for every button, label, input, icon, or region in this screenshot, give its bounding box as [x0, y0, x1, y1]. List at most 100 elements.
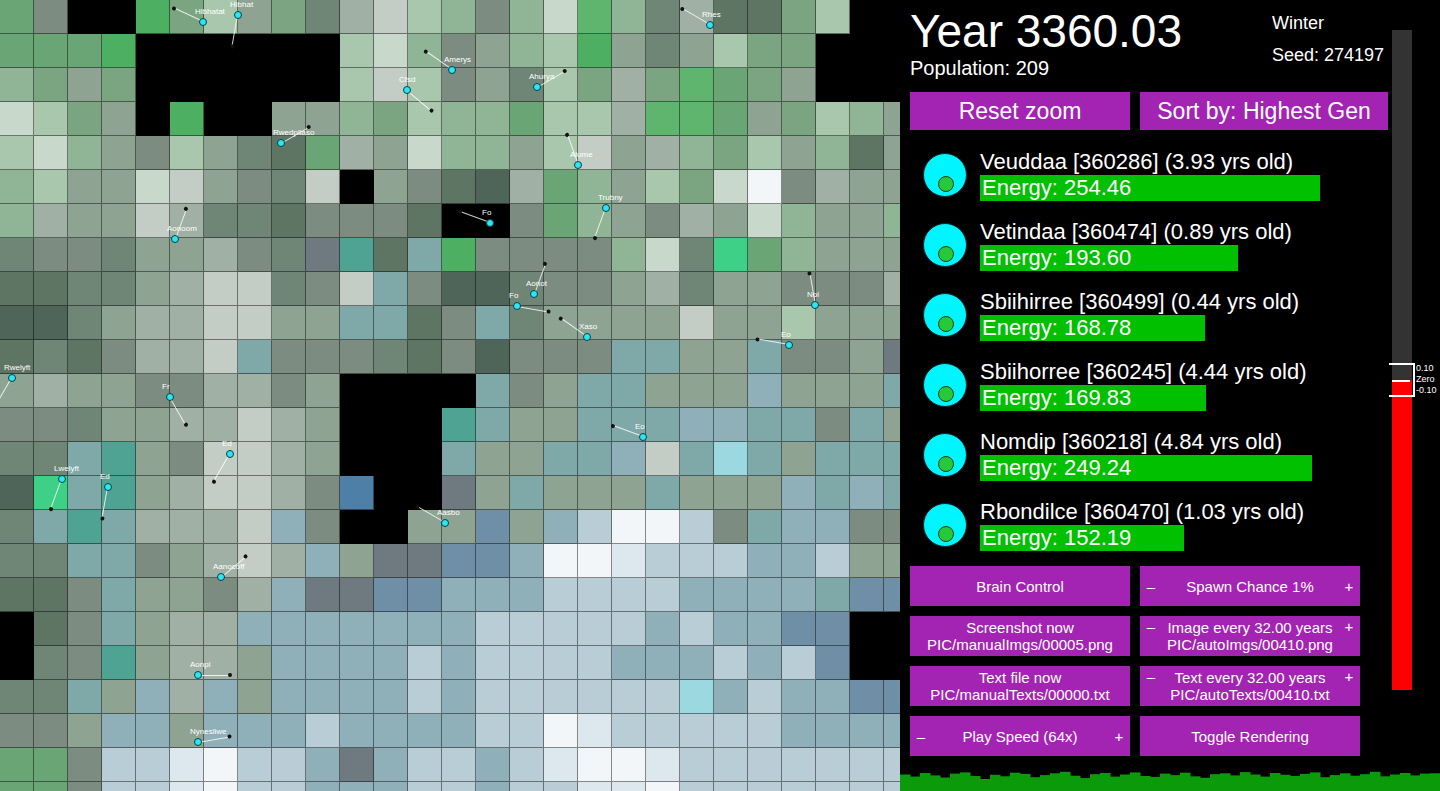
- tile: [0, 748, 34, 782]
- tile: [748, 102, 782, 136]
- chart-bar: [980, 779, 991, 791]
- tile: [374, 680, 408, 714]
- minus-button[interactable]: –: [1144, 578, 1158, 595]
- minus-button[interactable]: –: [1144, 618, 1158, 635]
- control-button[interactable]: Screenshot nowPIC/manualImgs/00005.png: [910, 616, 1130, 656]
- chart-bar: [1270, 773, 1281, 791]
- tile: [102, 714, 136, 748]
- chart-bar: [900, 775, 911, 791]
- top-button[interactable]: Reset zoom: [910, 92, 1130, 130]
- tile: [238, 510, 272, 544]
- tile: [884, 748, 900, 782]
- top-button[interactable]: Sort by: Highest Gen: [1140, 92, 1388, 130]
- tile: [34, 272, 68, 306]
- tile: [170, 136, 204, 170]
- creature-row[interactable]: Vetindaa [360474] (0.89 yrs old)Energy: …: [910, 210, 1388, 280]
- creature-row[interactable]: Sbiihorree [360245] (4.44 yrs old)Energy…: [910, 350, 1388, 420]
- tile: [714, 612, 748, 646]
- control-button[interactable]: Text file nowPIC/manualTexts/00000.txt: [910, 666, 1130, 706]
- control-line: Image every 32.00 years: [1167, 619, 1332, 636]
- minus-button[interactable]: –: [914, 728, 928, 745]
- chart-bar: [1310, 772, 1321, 791]
- tile: [374, 238, 408, 272]
- tile: [306, 170, 340, 204]
- control-line: Spawn Chance 1%: [1186, 578, 1314, 595]
- tile: [340, 170, 374, 204]
- minus-button[interactable]: –: [1144, 668, 1158, 685]
- control-button[interactable]: Toggle Rendering: [1140, 716, 1360, 756]
- tile: [374, 374, 408, 408]
- energy-bar: Energy: 152.19: [980, 525, 1380, 551]
- tile: [884, 442, 900, 476]
- tile: [884, 0, 900, 34]
- tile: [204, 340, 238, 374]
- tile: [204, 782, 238, 791]
- tile: [102, 136, 136, 170]
- plus-button[interactable]: +: [1342, 618, 1356, 635]
- tile: [816, 476, 850, 510]
- tile: [850, 680, 884, 714]
- tile: [748, 578, 782, 612]
- tile: [0, 476, 34, 510]
- app: HibhatatHibhatAmerysCfsdAhuryaRhesRwedpl…: [0, 0, 1440, 791]
- tile: [578, 238, 612, 272]
- tile: [544, 238, 578, 272]
- tile: [646, 612, 680, 646]
- tile: [374, 476, 408, 510]
- tile: [272, 68, 306, 102]
- tile: [612, 680, 646, 714]
- control-button[interactable]: –Image every 32.00 yearsPIC/autoImgs/004…: [1140, 616, 1360, 656]
- plus-button[interactable]: +: [1342, 578, 1356, 595]
- plus-button[interactable]: +: [1112, 728, 1126, 745]
- tile: [340, 408, 374, 442]
- creature-row[interactable]: Nomdip [360218] (4.84 yrs old)Energy: 24…: [910, 420, 1388, 490]
- tile: [646, 782, 680, 791]
- tile: [612, 306, 646, 340]
- control-button[interactable]: –Play Speed (64x)+: [910, 716, 1130, 756]
- chart-bar: [1240, 772, 1251, 791]
- control-label: Toggle Rendering: [1144, 728, 1356, 745]
- tile: [714, 510, 748, 544]
- tile-row: [0, 0, 900, 34]
- tile: [136, 748, 170, 782]
- chart-bar: [1330, 775, 1341, 791]
- tile: [748, 272, 782, 306]
- chart-bar: [1060, 772, 1071, 791]
- control-button[interactable]: – Spawn Chance 1% +: [1140, 566, 1360, 606]
- tile: [238, 748, 272, 782]
- tile: [272, 34, 306, 68]
- tile: [408, 714, 442, 748]
- world-map[interactable]: HibhatatHibhatAmerysCfsdAhuryaRhesRwedpl…: [0, 0, 900, 791]
- meter-marker[interactable]: [1389, 363, 1415, 397]
- creature-icon: [923, 503, 967, 547]
- control-label: Image every 32.00 yearsPIC/autoImgs/0041…: [1158, 619, 1342, 653]
- tile: [136, 238, 170, 272]
- energy-bar: Energy: 169.83: [980, 385, 1380, 411]
- tile: [238, 136, 272, 170]
- tile: [272, 238, 306, 272]
- tile: [408, 782, 442, 791]
- tile: [544, 646, 578, 680]
- creature-row[interactable]: Veuddaa [360286] (3.93 yrs old)Energy: 2…: [910, 140, 1388, 210]
- tile: [782, 510, 816, 544]
- plus-button[interactable]: +: [1342, 668, 1356, 685]
- tile: [170, 578, 204, 612]
- tile: [170, 544, 204, 578]
- tile: [374, 306, 408, 340]
- creature-row[interactable]: Rbondilce [360470] (1.03 yrs old)Energy:…: [910, 490, 1388, 560]
- tile: [34, 680, 68, 714]
- tile-row: [0, 748, 900, 782]
- icon-cell: [910, 433, 980, 477]
- tile: [340, 0, 374, 34]
- tile: [748, 170, 782, 204]
- control-button[interactable]: –Text every 32.00 yearsPIC/autoTexts/004…: [1140, 666, 1360, 706]
- tile: [646, 748, 680, 782]
- tile: [306, 204, 340, 238]
- creature-name: Ed: [100, 472, 110, 481]
- creature-row[interactable]: Sbiihirree [360499] (0.44 yrs old)Energy…: [910, 280, 1388, 350]
- control-button[interactable]: Brain Control: [910, 566, 1130, 606]
- tile: [34, 68, 68, 102]
- brain-meter[interactable]: 0.10Zero-0.10: [1388, 30, 1440, 690]
- tile: [884, 340, 900, 374]
- tile: [442, 102, 476, 136]
